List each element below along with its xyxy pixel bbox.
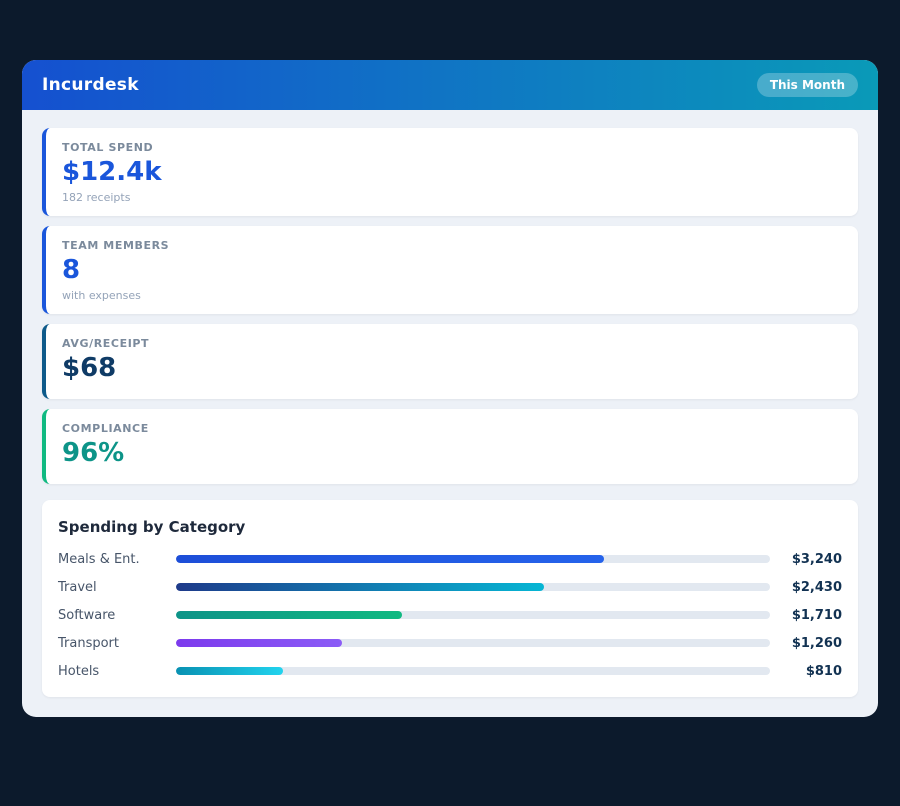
bar-fill (176, 555, 604, 563)
bar-fill (176, 667, 283, 675)
chart-row-hotels: Hotels $810 (58, 664, 842, 679)
stat-label: TEAM MEMBERS (62, 239, 842, 252)
bar-track (176, 555, 770, 563)
chart-row-travel: Travel $2,430 (58, 580, 842, 595)
stat-label: TOTAL SPEND (62, 141, 842, 154)
category-amount: $3,240 (770, 552, 842, 567)
stat-value: 96% (62, 439, 842, 469)
stat-card-compliance: COMPLIANCE 96% (42, 409, 858, 484)
stat-label: COMPLIANCE (62, 422, 842, 435)
chart-row-transport: Transport $1,260 (58, 636, 842, 651)
bar-track (176, 611, 770, 619)
stat-value: 8 (62, 256, 842, 286)
bar-track (176, 667, 770, 675)
category-label: Meals & Ent. (58, 552, 176, 567)
stat-card-avg-receipt: AVG/RECEIPT $68 (42, 324, 858, 399)
category-amount: $1,260 (770, 636, 842, 651)
chart-row-meals: Meals & Ent. $3,240 (58, 552, 842, 567)
chart-row-software: Software $1,710 (58, 608, 842, 623)
stat-subtext: with expenses (62, 289, 842, 302)
category-amount: $2,430 (770, 580, 842, 595)
stat-label: AVG/RECEIPT (62, 337, 842, 350)
app-title: Incurdesk (42, 75, 139, 95)
stat-value: $68 (62, 354, 842, 384)
dashboard-panel: Incurdesk This Month TOTAL SPEND $12.4k … (22, 60, 878, 717)
category-label: Transport (58, 636, 176, 651)
bar-fill (176, 611, 402, 619)
category-label: Software (58, 608, 176, 623)
spending-by-category-card: Spending by Category Meals & Ent. $3,240… (42, 500, 858, 697)
chart-title: Spending by Category (58, 518, 842, 536)
app-header: Incurdesk This Month (22, 60, 878, 110)
stat-value: $12.4k (62, 158, 842, 188)
bar-track (176, 583, 770, 591)
dashboard-body: TOTAL SPEND $12.4k 182 receipts TEAM MEM… (22, 110, 878, 717)
stat-card-total-spend: TOTAL SPEND $12.4k 182 receipts (42, 128, 858, 216)
stat-subtext: 182 receipts (62, 191, 842, 204)
category-label: Travel (58, 580, 176, 595)
stat-card-team-members: TEAM MEMBERS 8 with expenses (42, 226, 858, 314)
category-amount: $810 (770, 664, 842, 679)
bar-fill (176, 639, 342, 647)
bar-track (176, 639, 770, 647)
category-label: Hotels (58, 664, 176, 679)
category-amount: $1,710 (770, 608, 842, 623)
period-badge[interactable]: This Month (757, 73, 858, 97)
bar-fill (176, 583, 544, 591)
